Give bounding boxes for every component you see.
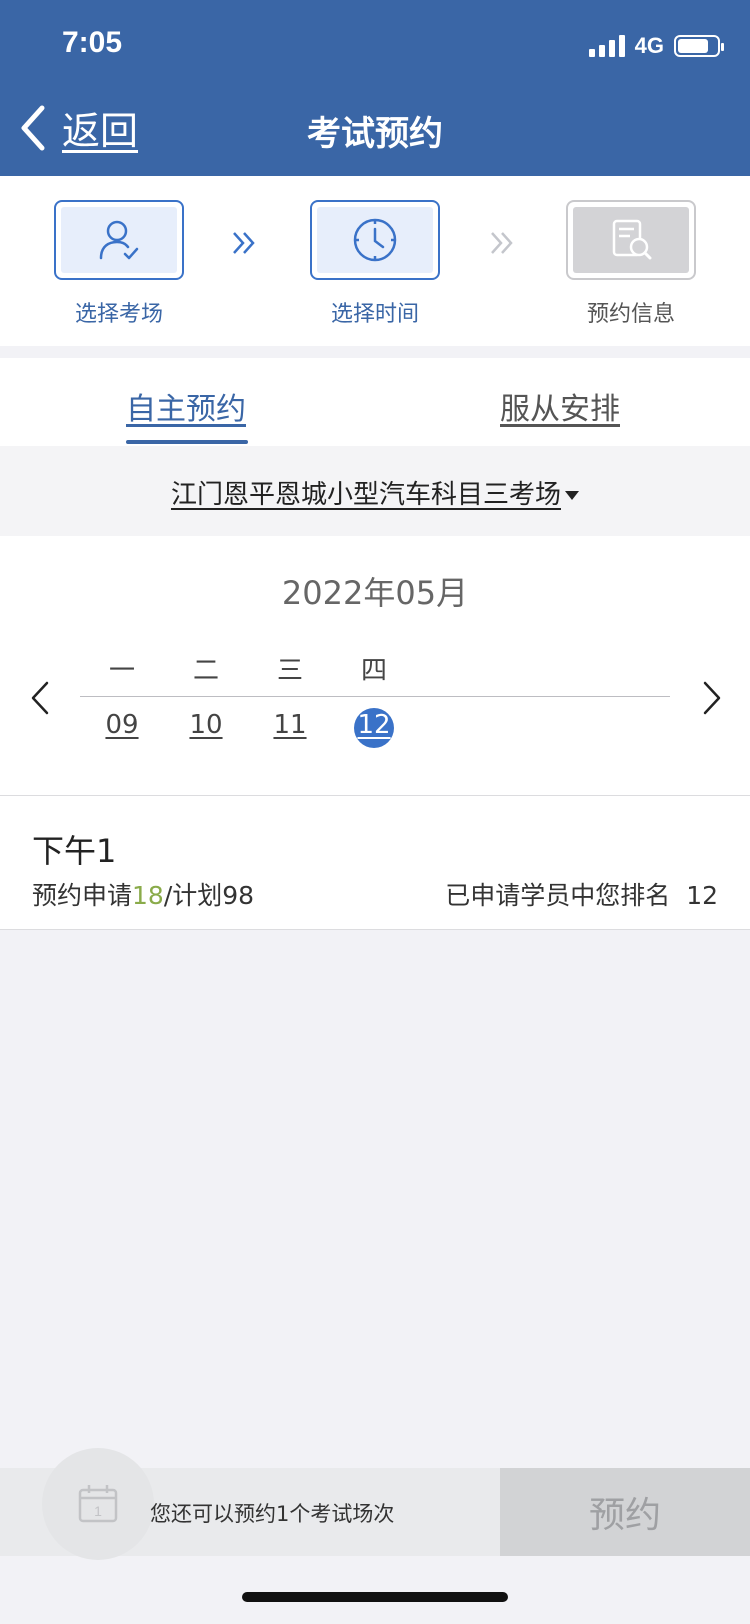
calendar-badge: 1 [42, 1448, 154, 1560]
document-search-icon [612, 219, 652, 260]
venue-bar: 江门恩平恩城小型汽车科目三考场 [0, 446, 750, 536]
rank-label: 已申请学员中您排名 [445, 881, 671, 910]
step-arrow-icon [488, 228, 518, 266]
battery-icon [674, 35, 724, 57]
chevron-left-icon [31, 681, 49, 715]
reserve-button[interactable]: 预约 [500, 1468, 750, 1556]
rank-value: 12 [686, 881, 718, 910]
status-time: 7:05 [62, 26, 123, 59]
session-name: 下午1 [32, 832, 117, 870]
chevron-right-icon [703, 681, 721, 715]
step-arrow-icon [230, 228, 260, 266]
venue-dropdown[interactable]: 江门恩平恩城小型汽车科目三考场 [171, 474, 579, 511]
weekday-label: 四 [360, 656, 387, 686]
date-cell[interactable]: 10 [164, 710, 248, 750]
calendar-day: 1 [94, 1503, 102, 1519]
step-reservation-info: 预约信息 [566, 200, 696, 328]
reservation-tabs: 自主预约 服从安排 [0, 358, 750, 446]
header-bar: 7:05 4G 返回 考试预约 [0, 0, 750, 176]
session-item[interactable]: 下午1 预约申请18/计划98 已申请学员中您排名 12 [0, 796, 750, 930]
apply-label: 预约申请 [32, 881, 133, 910]
step-select-time: 选择时间 [310, 200, 440, 328]
session-rank: 已申请学员中您排名 12 [445, 876, 718, 912]
signal-icon [588, 35, 625, 57]
status-indicators: 4G [588, 30, 724, 62]
date-cell-selected[interactable]: 12 [332, 708, 416, 750]
weekday-label: 二 [192, 656, 219, 686]
step-label: 选择时间 [330, 302, 419, 327]
date-cell[interactable]: 09 [80, 710, 164, 750]
page-title: 考试预约 [307, 114, 443, 154]
date-picker: 2022年05月 一 二 三 四 09 10 11 12 [0, 536, 750, 796]
caret-down-icon [565, 491, 579, 500]
previous-week-button[interactable] [28, 680, 52, 720]
user-check-icon [99, 220, 139, 260]
step-select-venue: 选择考场 [54, 200, 184, 328]
step-label: 选择考场 [74, 302, 163, 327]
next-week-button[interactable] [700, 680, 724, 720]
calendar-month: 2022年05月 [281, 574, 469, 612]
tab-self-reservation[interactable]: 自主预约 [126, 384, 246, 428]
weekday-label: 三 [276, 656, 303, 686]
step-indicator: 选择考场 选择时间 预约信息 [0, 176, 750, 346]
session-counts: 预约申请18/计划98 [32, 876, 254, 912]
venue-name: 江门恩平恩城小型汽车科目三考场 [170, 480, 561, 510]
home-indicator[interactable] [242, 1592, 508, 1602]
network-label: 4G [634, 33, 664, 58]
clock-icon [353, 218, 397, 262]
weekday-label: 一 [108, 656, 135, 686]
step-label: 预约信息 [586, 302, 675, 327]
tab-follow-arrangement[interactable]: 服从安排 [500, 384, 620, 428]
plan-count: /计划98 [163, 881, 255, 910]
remaining-text: 您还可以预约1个考试场次 [150, 1502, 395, 1526]
bottom-bar: 1 您还可以预约1个考试场次 预约 [0, 1448, 750, 1560]
applied-count: 18 [132, 881, 164, 910]
date-cell[interactable]: 11 [248, 710, 332, 750]
calendar-icon: 1 [78, 1485, 118, 1523]
tab-indicator [126, 440, 248, 444]
calendar-divider [80, 696, 670, 697]
